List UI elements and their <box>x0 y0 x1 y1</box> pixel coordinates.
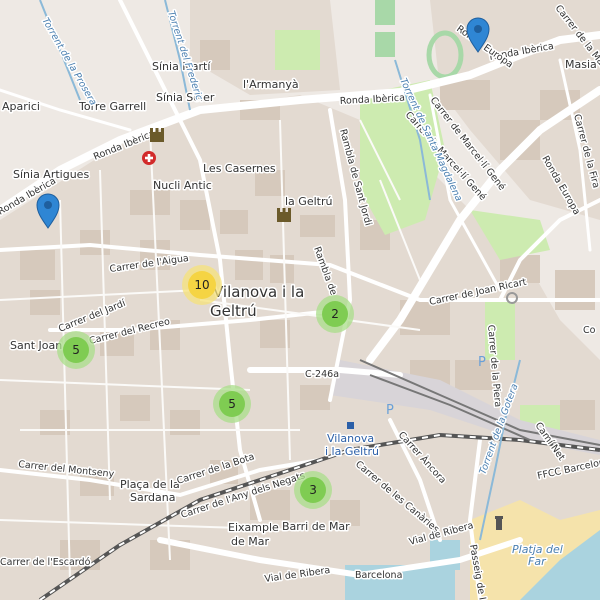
label-placa-sardana-1: Plaça de la <box>120 478 180 491</box>
label-sinia-soler: Sínia Soler <box>156 91 215 104</box>
cluster-count: 5 <box>72 343 80 357</box>
label-station-1: Vilanova <box>327 432 374 445</box>
label-eixample-1: Eixample <box>228 521 279 534</box>
label-barri-de-mar: Barri de Mar <box>282 520 350 533</box>
hospital-icon <box>142 151 156 165</box>
label-station-2: i la Geltrú <box>325 445 379 458</box>
label-les-casernes: Les Casernes <box>203 162 276 175</box>
cluster-count: 10 <box>194 278 209 292</box>
label-vilanova-2: Geltrú <box>210 302 257 320</box>
castle-icon-la-geltru <box>277 208 291 222</box>
label-placa-sardana-2: Sardana <box>130 491 176 504</box>
map-canvas[interactable]: Vilanova i la Geltrú la Geltrú Les Caser… <box>0 0 600 600</box>
cluster-marker[interactable]: 2 <box>316 295 354 333</box>
label-platja-2: Far <box>528 555 547 568</box>
cluster-marker[interactable]: 3 <box>294 471 332 509</box>
train-station-icon <box>347 422 354 429</box>
label-sant-joan: Sant Joan <box>10 339 62 352</box>
cluster-marker[interactable]: 5 <box>57 331 95 369</box>
label-aparici: Aparici <box>2 100 40 113</box>
label-la-geltru: la Geltrú <box>285 195 332 208</box>
lighthouse-icon <box>495 516 503 530</box>
street-barcelona-port: Barcelona <box>355 570 402 581</box>
cluster-marker[interactable]: 10 <box>182 265 222 305</box>
label-eixample-2: de Mar <box>231 535 269 548</box>
label-larmanya: l'Armanyà <box>243 78 299 91</box>
label-vilanova-1: Vilanova i la <box>213 283 304 301</box>
label-co: Co <box>583 325 596 336</box>
cluster-count: 5 <box>228 397 236 411</box>
label-nucli-antic: Nucli Antic <box>153 179 212 192</box>
castle-icon <box>150 128 164 142</box>
street-escardo: Carrer de l'Escardó <box>0 557 91 568</box>
svg-text:P: P <box>386 403 394 418</box>
svg-text:P: P <box>478 355 486 370</box>
cluster-count: 3 <box>309 483 317 497</box>
cluster-marker[interactable]: 5 <box>213 385 251 423</box>
cluster-count: 2 <box>331 307 339 321</box>
street-c246a: C-246a <box>305 369 339 380</box>
